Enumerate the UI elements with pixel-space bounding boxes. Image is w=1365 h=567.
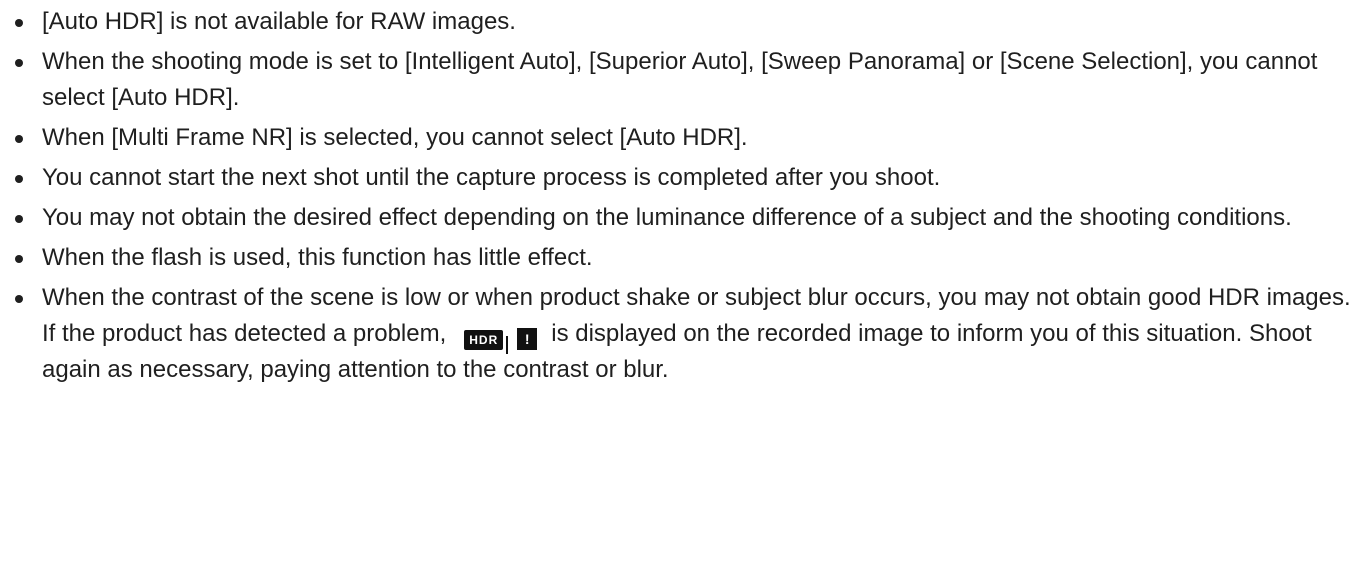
note-shooting-mode: When the shooting mode is set to [Intell… [0,44,1365,116]
hdr-icon: HDR [464,330,509,354]
hdr-warning-icon: HDR! [464,328,538,354]
warning-icon: ! [517,328,538,350]
note-flash: When the flash is used, this function ha… [0,240,1365,276]
note-multi-frame-nr: When [Multi Frame NR] is selected, you c… [0,120,1365,156]
notes-list: [Auto HDR] is not available for RAW imag… [0,0,1365,388]
note-raw: [Auto HDR] is not available for RAW imag… [0,4,1365,40]
note-next-shot: You cannot start the next shot until the… [0,160,1365,196]
note-luminance: You may not obtain the desired effect de… [0,200,1365,236]
note-contrast: When the contrast of the scene is low or… [0,280,1365,388]
